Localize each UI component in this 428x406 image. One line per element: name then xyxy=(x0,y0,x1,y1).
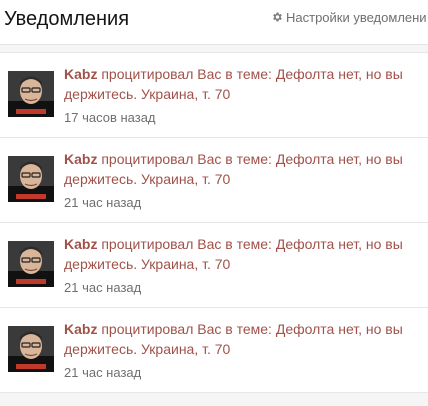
notifications-page: Уведомления Настройки уведомлени Kabz пр… xyxy=(0,0,428,406)
notification-text: Kabz процитировал Вас в теме: Дефолта не… xyxy=(64,64,424,104)
notification-item: Kabz процитировал Вас в теме: Дефолта не… xyxy=(0,138,428,223)
notification-action: процитировал Вас в теме: xyxy=(97,66,276,82)
avatar-image xyxy=(8,71,54,117)
notification-time: 17 часов назад xyxy=(64,110,156,125)
notification-list: Kabz процитировал Вас в теме: Дефолта не… xyxy=(0,52,428,393)
username-link[interactable]: Kabz xyxy=(64,321,97,337)
avatar[interactable] xyxy=(8,71,54,117)
notification-time: 21 час назад xyxy=(64,365,142,380)
gear-icon xyxy=(273,12,282,22)
notification-time: 21 час назад xyxy=(64,280,142,295)
notification-action: процитировал Вас в теме: xyxy=(97,151,276,167)
notification-settings-link[interactable]: Настройки уведомлени xyxy=(271,9,427,27)
notification-item: Kabz процитировал Вас в теме: Дефолта не… xyxy=(0,52,428,138)
settings-label: Настройки уведомлени xyxy=(286,10,427,25)
notification-text: Kabz процитировал Вас в теме: Дефолта не… xyxy=(64,319,424,359)
username-link[interactable]: Kabz xyxy=(64,66,97,82)
notification-action: процитировал Вас в теме: xyxy=(97,321,276,337)
notification-text: Kabz процитировал Вас в теме: Дефолта не… xyxy=(64,234,424,274)
header: Уведомления Настройки уведомлени xyxy=(0,0,428,45)
avatar-image xyxy=(8,156,54,202)
notification-text: Kabz процитировал Вас в теме: Дефолта не… xyxy=(64,149,424,189)
page-title: Уведомления xyxy=(4,8,130,30)
username-link[interactable]: Kabz xyxy=(64,151,97,167)
notification-item: Kabz процитировал Вас в теме: Дефолта не… xyxy=(0,308,428,393)
avatar[interactable] xyxy=(8,156,54,202)
avatar[interactable] xyxy=(8,241,54,287)
notification-action: процитировал Вас в теме: xyxy=(97,236,276,252)
avatar-image xyxy=(8,241,54,287)
username-link[interactable]: Kabz xyxy=(64,236,97,252)
notification-time: 21 час назад xyxy=(64,195,142,210)
avatar-image xyxy=(8,326,54,372)
notification-item: Kabz процитировал Вас в теме: Дефолта не… xyxy=(0,223,428,308)
avatar[interactable] xyxy=(8,326,54,372)
